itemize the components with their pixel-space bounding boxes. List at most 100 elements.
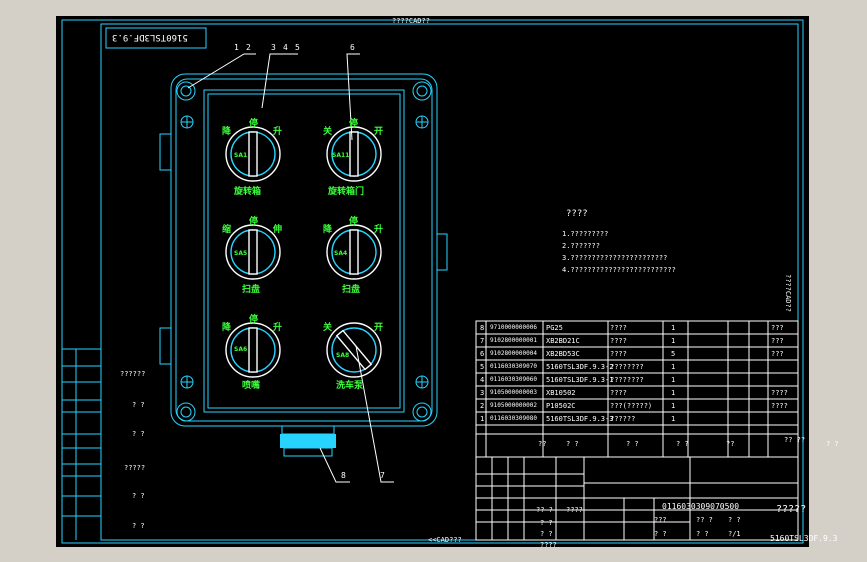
callout-2: 2 bbox=[246, 43, 251, 52]
bom-row-no: 8 bbox=[480, 324, 485, 332]
bom-row-qty: 5 bbox=[671, 350, 676, 358]
sa6-right-label: 升 bbox=[273, 323, 283, 333]
mirror-code-label: 5160TSL3DF.9.3 bbox=[112, 32, 188, 42]
callout-7: 7 bbox=[380, 471, 385, 480]
tb-r2-a: ? ? bbox=[654, 530, 667, 538]
bom-header-code: ? ? bbox=[566, 440, 579, 448]
sa4-code: SA4 bbox=[334, 250, 348, 257]
bom-row-no: 4 bbox=[480, 376, 485, 384]
sa6-code: SA6 bbox=[234, 346, 248, 353]
callout-6: 6 bbox=[350, 43, 355, 52]
cable-gland bbox=[281, 425, 335, 435]
bom-row-code: 9105000000003 bbox=[490, 389, 537, 396]
sa11-right-label: 开 bbox=[374, 127, 384, 137]
bom-row-desc: ???? bbox=[610, 350, 627, 358]
bom-header-qty: ?? bbox=[726, 440, 735, 448]
callout-8: 8 bbox=[341, 471, 346, 480]
tb-left-1: ?? ? bbox=[536, 506, 553, 514]
sa1-right-label: 升 bbox=[273, 127, 283, 137]
sa11-caption: 旋转箱门 bbox=[328, 187, 365, 197]
bom-row-name: XB2BD21C bbox=[546, 337, 580, 345]
note-line-3: 3.??????????????????????? bbox=[562, 254, 668, 262]
sa11-mid-label: 停 bbox=[349, 119, 359, 129]
tb-left-2: ???? bbox=[566, 506, 583, 514]
bom-row-no: 5 bbox=[480, 363, 485, 371]
corner-screw bbox=[176, 81, 196, 101]
bom-row-code: 0116030309060 bbox=[490, 376, 537, 383]
bom-row-desc: ???? bbox=[610, 324, 627, 332]
sa8-right-label: 开 bbox=[374, 323, 384, 333]
sa8-code: SA8 bbox=[336, 352, 350, 359]
sa1-caption: 旋转箱 bbox=[234, 187, 262, 197]
sa6-caption: 喷嘴 bbox=[242, 381, 261, 391]
bom-row-name: 5160TSL3DF.9.3-2 bbox=[546, 363, 614, 371]
side-panel-2: ? ? bbox=[132, 401, 145, 409]
bom-header-name: ? ? bbox=[626, 440, 639, 448]
tb-r1-b: ?? ? bbox=[696, 516, 713, 524]
bom-row-note: ???? bbox=[771, 389, 788, 397]
sa11-code: SA11 bbox=[332, 152, 350, 159]
sa4-right-label: 升 bbox=[374, 225, 384, 235]
bom-row-qty: 1 bbox=[671, 324, 676, 332]
sa11-left-label: 关 bbox=[323, 127, 333, 137]
bom-row-no: 2 bbox=[480, 402, 485, 410]
callout-5: 5 bbox=[295, 43, 300, 52]
note-line-4: 4.????????????????????????? bbox=[562, 266, 676, 274]
drawing-code: 5160TSL3DF.9.3 bbox=[770, 534, 838, 543]
leader-1-2 bbox=[187, 53, 256, 89]
bom-header-desc: ? ? bbox=[676, 440, 689, 448]
drawing-sheet: ????CAD?? <<CAD??? ????CAD?? 5160TSL3DF.… bbox=[56, 16, 839, 549]
cad-drawing bbox=[61, 19, 804, 544]
bom-row-desc: ???????? bbox=[610, 376, 644, 384]
sa8-left-label: 关 bbox=[323, 323, 333, 333]
callout-3: 3 bbox=[271, 43, 276, 52]
bom-row-qty: 1 bbox=[671, 337, 676, 345]
bom-row-desc: ???(?????) bbox=[610, 402, 653, 410]
sa5-right-label: 伸 bbox=[273, 225, 283, 235]
bom-row-no: 3 bbox=[480, 389, 485, 397]
bom-row-qty: 1 bbox=[671, 389, 676, 397]
notes-title: ???? bbox=[566, 209, 588, 219]
sa4-caption: 扫盘 bbox=[342, 285, 361, 295]
bom-row-note: ??? bbox=[771, 350, 784, 358]
bom-row-desc: ???????? bbox=[610, 363, 644, 371]
sa6-left-label: 降 bbox=[222, 323, 232, 333]
side-panel-6: ? ? bbox=[132, 522, 145, 530]
sa5-mid-label: 停 bbox=[249, 217, 259, 227]
sa5-code: SA5 bbox=[234, 250, 248, 257]
bom-row-name: XB2BD53C bbox=[546, 350, 580, 358]
inner-frame bbox=[100, 23, 799, 541]
note-line-1: 1.????????? bbox=[562, 230, 609, 238]
tb-left-4: ? ? bbox=[540, 530, 553, 538]
tb-r1-c: ? ? bbox=[728, 516, 741, 524]
sa5-left-label: 缩 bbox=[222, 225, 232, 235]
bom-row-code: 9710000000006 bbox=[490, 324, 537, 331]
enclosure-outer bbox=[170, 73, 438, 427]
tb-left-3: ? ? bbox=[540, 519, 553, 527]
tb-left-5: ???? bbox=[540, 541, 557, 549]
top-frame-tag: ????CAD?? bbox=[392, 17, 430, 25]
latch-right bbox=[436, 233, 448, 271]
drawing-number: 0116030309070500 bbox=[662, 502, 740, 511]
side-panel-4: ????? bbox=[124, 464, 146, 472]
bom-row-code: 9105000000002 bbox=[490, 402, 537, 409]
callout-1: 1 bbox=[234, 43, 239, 52]
bom-row-name: P10502C bbox=[546, 402, 576, 410]
side-panel-5: ? ? bbox=[132, 492, 145, 500]
side-panel-1: ?????? bbox=[120, 370, 146, 378]
tb-r2-c: ?/1 bbox=[728, 530, 741, 538]
lid-screw bbox=[180, 115, 194, 129]
leader-3-5 bbox=[261, 53, 298, 109]
note-line-2: 2.??????? bbox=[562, 242, 600, 250]
bom-row-qty: 1 bbox=[671, 363, 676, 371]
bom-row-qty: 1 bbox=[671, 402, 676, 410]
bottom-frame-tag: <<CAD??? bbox=[428, 536, 462, 544]
sa6-mid-label: 停 bbox=[249, 315, 259, 325]
right-frame-tag: ????CAD?? bbox=[784, 274, 792, 312]
sa4-mid-label: 停 bbox=[349, 217, 359, 227]
bom-row-desc: ???? bbox=[610, 389, 627, 397]
bom-row-name: PG25 bbox=[546, 324, 563, 332]
callout-4: 4 bbox=[283, 43, 288, 52]
bom-row-no: 1 bbox=[480, 415, 485, 423]
bom-header-note: ? ? bbox=[826, 440, 839, 448]
